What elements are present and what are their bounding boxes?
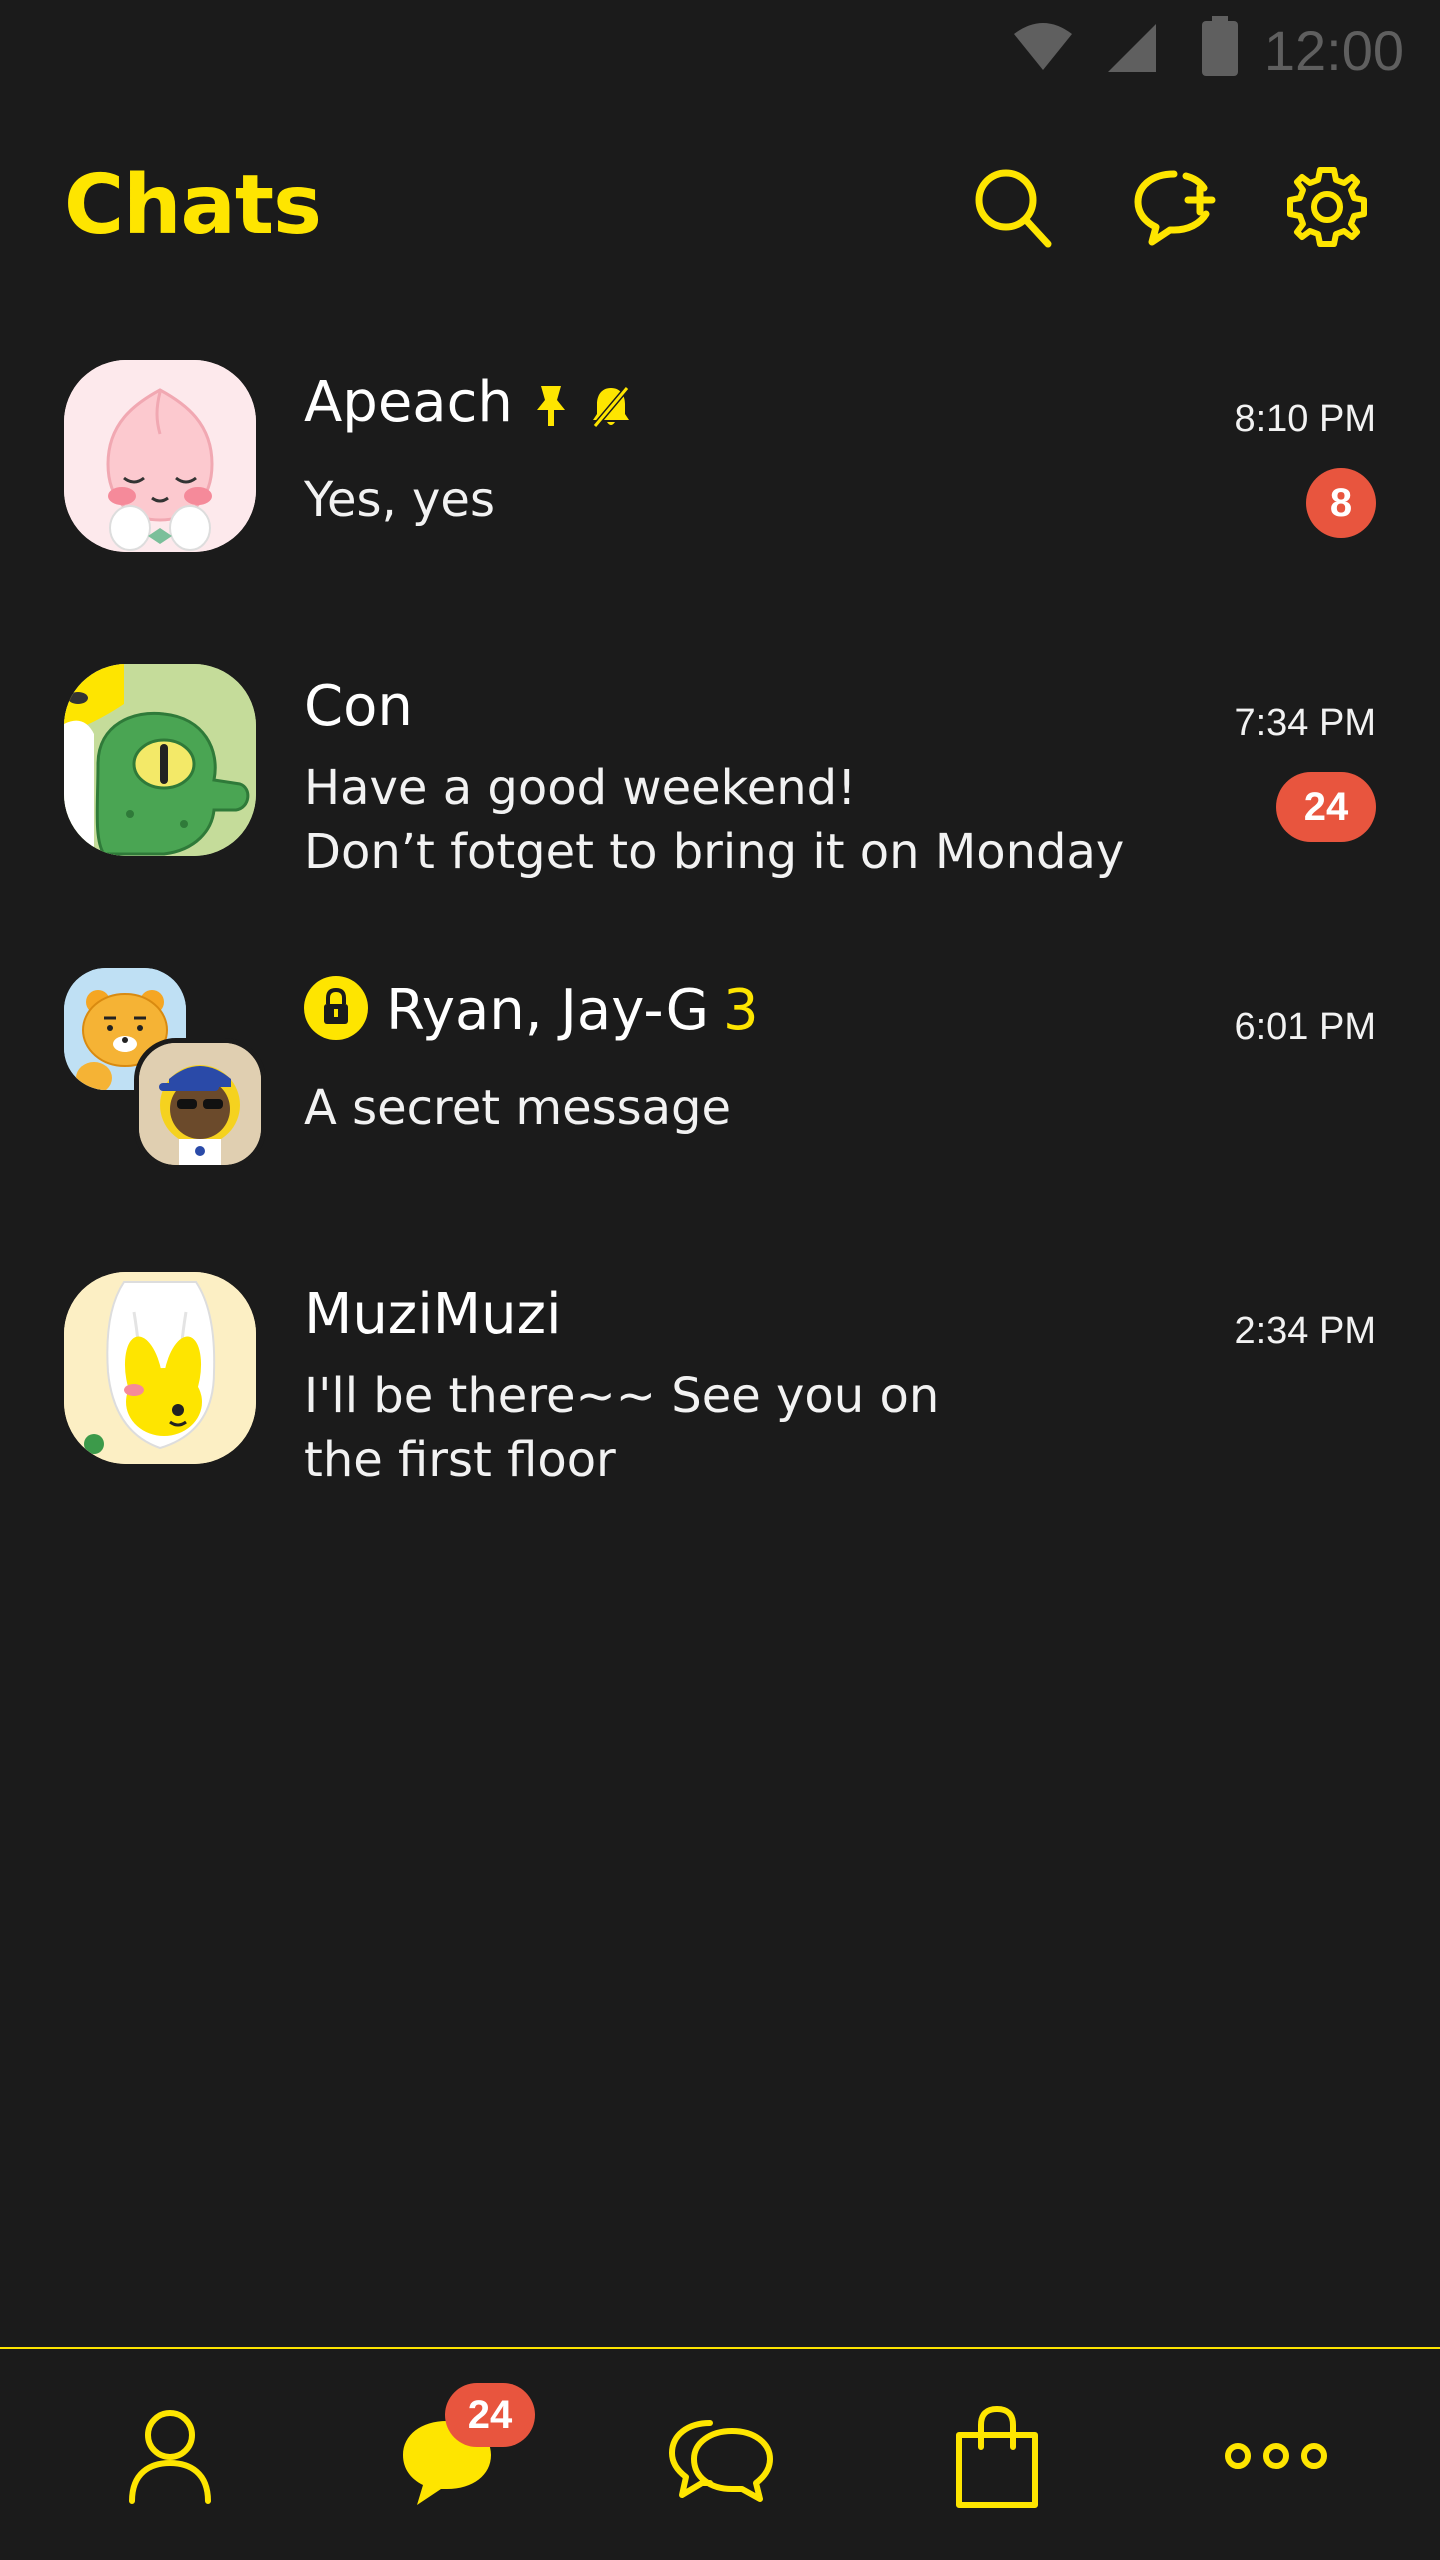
member-count: 3 <box>723 978 759 1043</box>
bottom-nav: 24 <box>0 2347 1440 2560</box>
unread-badge: 24 <box>1276 772 1376 842</box>
chat-row-ryan-jay-g[interactable]: Ryan, Jay-G 3 A secret message 6:01 PM <box>0 938 1440 1198</box>
chat-name: MuziMuzi <box>304 1282 562 1347</box>
battery-icon <box>1202 16 1238 76</box>
page-title: Chats <box>64 158 322 253</box>
chat-message-line: Have a good weekend! <box>304 760 857 816</box>
chat-row-con[interactable]: Con Have a good weekend! Don’t fotget to… <box>0 634 1440 894</box>
secret-chat-badge <box>304 975 368 1040</box>
avatar <box>64 664 256 856</box>
avatar <box>64 1272 256 1464</box>
search-icon <box>975 169 1052 248</box>
chat-row-muzimuzi[interactable]: MuziMuzi I'll be there~~ See you on the … <box>0 1242 1440 1502</box>
chat-message-line: Don’t fotget to bring it on Monday <box>304 824 1125 880</box>
status-time: 12:00 <box>1263 19 1404 82</box>
chat-last-message: I'll be there~~ See you on the first flo… <box>304 1364 939 1492</box>
muzi-avatar-image <box>64 1272 256 1464</box>
chat-row-apeach[interactable]: Apeach Yes, yes 8:10 PM 8 <box>0 330 1440 590</box>
new-chat-button[interactable] <box>1130 162 1220 252</box>
group-avatar-jay-g <box>134 1038 266 1170</box>
new-chat-icon <box>1134 170 1216 246</box>
chat-name-text: Ryan, Jay-G <box>386 978 710 1043</box>
chat-name: Con <box>304 674 413 739</box>
nav-openchat[interactable] <box>660 2401 780 2511</box>
lock-icon <box>324 987 348 1024</box>
settings-icon <box>1287 167 1367 247</box>
jay-g-avatar-image <box>139 1043 261 1165</box>
unread-badge: 8 <box>1306 468 1376 538</box>
chat-last-message: Yes, yes <box>304 472 495 528</box>
chat-name: Apeach <box>304 370 633 435</box>
nav-more[interactable] <box>1216 2401 1336 2511</box>
status-bar: 12:00 <box>0 0 1440 96</box>
chat-time: 8:10 PM <box>1234 398 1376 440</box>
friends-icon <box>129 2410 211 2504</box>
openchat-icon <box>669 2420 773 2502</box>
nav-shopping[interactable] <box>937 2401 1057 2511</box>
header: Chats <box>0 140 1440 270</box>
con-avatar-image <box>64 664 256 856</box>
chat-name: Ryan, Jay-G 3 <box>304 975 759 1046</box>
wifi-icon <box>1014 23 1072 70</box>
more-icon <box>1225 2443 1327 2469</box>
chats-unread-badge: 24 <box>445 2383 535 2447</box>
chat-time: 6:01 PM <box>1234 1006 1376 1048</box>
avatar <box>64 360 256 552</box>
apeach-avatar-image <box>64 360 256 552</box>
chat-time: 2:34 PM <box>1234 1310 1376 1352</box>
shopping-icon <box>956 2405 1038 2508</box>
chat-time: 7:34 PM <box>1234 702 1376 744</box>
mute-icon <box>592 385 630 428</box>
cell-signal-icon <box>1108 24 1156 72</box>
search-button[interactable] <box>968 162 1058 252</box>
chat-message-line: I'll be there~~ See you on <box>304 1368 940 1424</box>
chat-last-message: A secret message <box>304 1080 732 1136</box>
nav-friends[interactable] <box>110 2401 230 2511</box>
chat-message-line: the first floor <box>304 1432 616 1488</box>
chat-name-text: Apeach <box>304 370 513 435</box>
settings-button[interactable] <box>1282 162 1372 252</box>
chat-last-message: Have a good weekend! Don’t fotget to bri… <box>304 756 1124 884</box>
pin-icon <box>536 385 565 426</box>
